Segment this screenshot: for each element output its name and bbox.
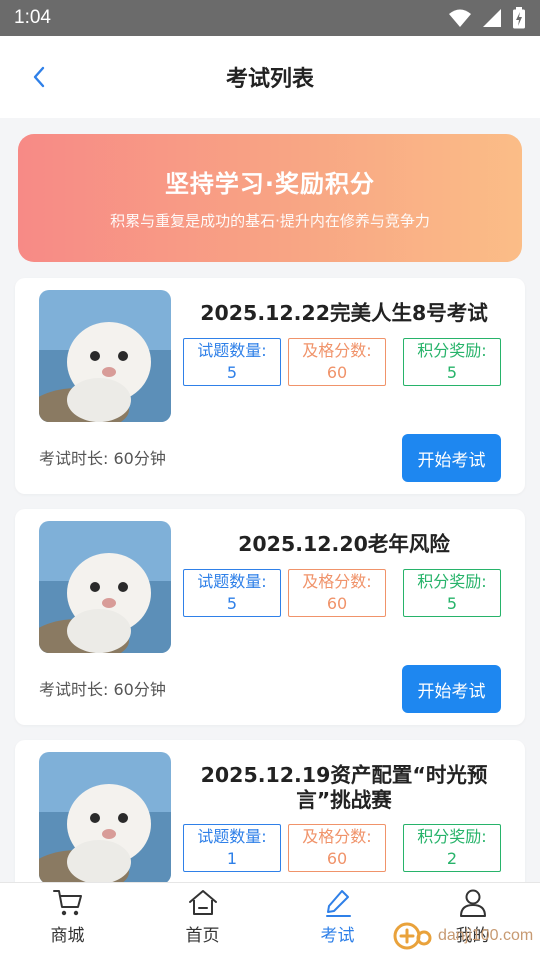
exam-duration: 考试时长: 60分钟: [39, 680, 166, 699]
cart-icon: [52, 888, 84, 918]
reward-label: 积分奖励:: [417, 827, 487, 846]
exam-title: 2025.12.22完美人生8号考试: [183, 301, 505, 326]
site-watermark: danji100.com: [392, 914, 538, 958]
tab-exam[interactable]: 考试: [270, 883, 405, 960]
chevron-left-icon: [33, 66, 45, 88]
exam-thumbnail: [39, 521, 171, 653]
reward-box: 积分奖励: 2: [403, 824, 501, 872]
pencil-icon: [322, 888, 354, 918]
pass-score-value: 60: [326, 594, 348, 613]
question-count-label: 试题数量:: [197, 341, 267, 360]
tab-label: 考试: [320, 926, 355, 946]
status-time: 1:04: [14, 7, 51, 28]
system-icons: [448, 7, 526, 29]
question-count-label: 试题数量:: [197, 572, 267, 591]
pass-score-label: 及格分数:: [302, 572, 372, 591]
start-exam-button[interactable]: 开始考试: [402, 434, 501, 482]
reward-value: 5: [446, 363, 458, 382]
home-icon: [187, 888, 219, 918]
exam-card: 2025.12.20老年风险 试题数量: 5 及格分数: 60 积分奖励: 5 …: [15, 509, 525, 725]
exam-duration: 考试时长: 60分钟: [39, 449, 166, 468]
question-count-box: 试题数量: 1: [183, 824, 281, 872]
exam-title-line: 2025.12.20老年风险: [238, 532, 450, 556]
signal-icon: [483, 9, 501, 27]
tab-mall[interactable]: 商城: [0, 883, 135, 960]
exam-title-line: 言”挑战赛: [296, 788, 392, 812]
pass-score-value: 60: [326, 849, 348, 868]
banner-title: 坚持学习·奖励积分: [164, 170, 376, 198]
reward-box: 积分奖励: 5: [403, 569, 501, 617]
tab-home[interactable]: 首页: [135, 883, 270, 960]
pass-score-box: 及格分数: 60: [288, 569, 386, 617]
exam-card: 2025.12.19资产配置“时光预 言”挑战赛 试题数量: 1 及格分数: 6…: [15, 740, 525, 900]
exam-title-line: 2025.12.22完美人生8号考试: [200, 301, 488, 325]
banner-subtitle: 积累与重复是成功的基石·提升内在修养与竞争力: [110, 212, 430, 230]
reward-value: 2: [446, 849, 458, 868]
pass-score-box: 及格分数: 60: [288, 824, 386, 872]
exam-thumbnail: [39, 290, 171, 422]
pass-score-label: 及格分数:: [302, 827, 372, 846]
question-count-value: 5: [226, 363, 238, 382]
promo-banner: 坚持学习·奖励积分 积累与重复是成功的基石·提升内在修养与竞争力: [18, 134, 522, 262]
pass-score-label: 及格分数:: [302, 341, 372, 360]
exam-thumbnail: [39, 752, 171, 884]
reward-box: 积分奖励: 5: [403, 338, 501, 386]
status-bar: 1:04: [0, 0, 540, 36]
exam-title-line: 2025.12.19资产配置“时光预: [200, 763, 488, 787]
pass-score-value: 60: [326, 363, 348, 382]
question-count-label: 试题数量:: [197, 827, 267, 846]
question-count-value: 1: [226, 849, 238, 868]
tab-label: 首页: [185, 926, 220, 946]
reward-value: 5: [446, 594, 458, 613]
back-button[interactable]: [24, 62, 54, 92]
exam-title: 2025.12.20老年风险: [183, 532, 505, 557]
reward-label: 积分奖励:: [417, 572, 487, 591]
page-title: 考试列表: [225, 67, 314, 92]
start-exam-button[interactable]: 开始考试: [402, 665, 501, 713]
battery-charging-icon: [513, 7, 525, 29]
reward-label: 积分奖励:: [417, 341, 487, 360]
question-count-box: 试题数量: 5: [183, 338, 281, 386]
exam-title: 2025.12.19资产配置“时光预 言”挑战赛: [183, 763, 505, 813]
exam-card: 2025.12.22完美人生8号考试 试题数量: 5 及格分数: 60 积分奖励…: [15, 278, 525, 494]
wifi-icon: [449, 9, 471, 27]
question-count-value: 5: [226, 594, 238, 613]
tab-label: 商城: [50, 926, 85, 946]
pass-score-box: 及格分数: 60: [288, 338, 386, 386]
watermark-logo: [393, 922, 432, 950]
question-count-box: 试题数量: 5: [183, 569, 281, 617]
watermark-text: danji100.com: [438, 927, 534, 944]
nav-header: 考试列表: [0, 36, 540, 118]
